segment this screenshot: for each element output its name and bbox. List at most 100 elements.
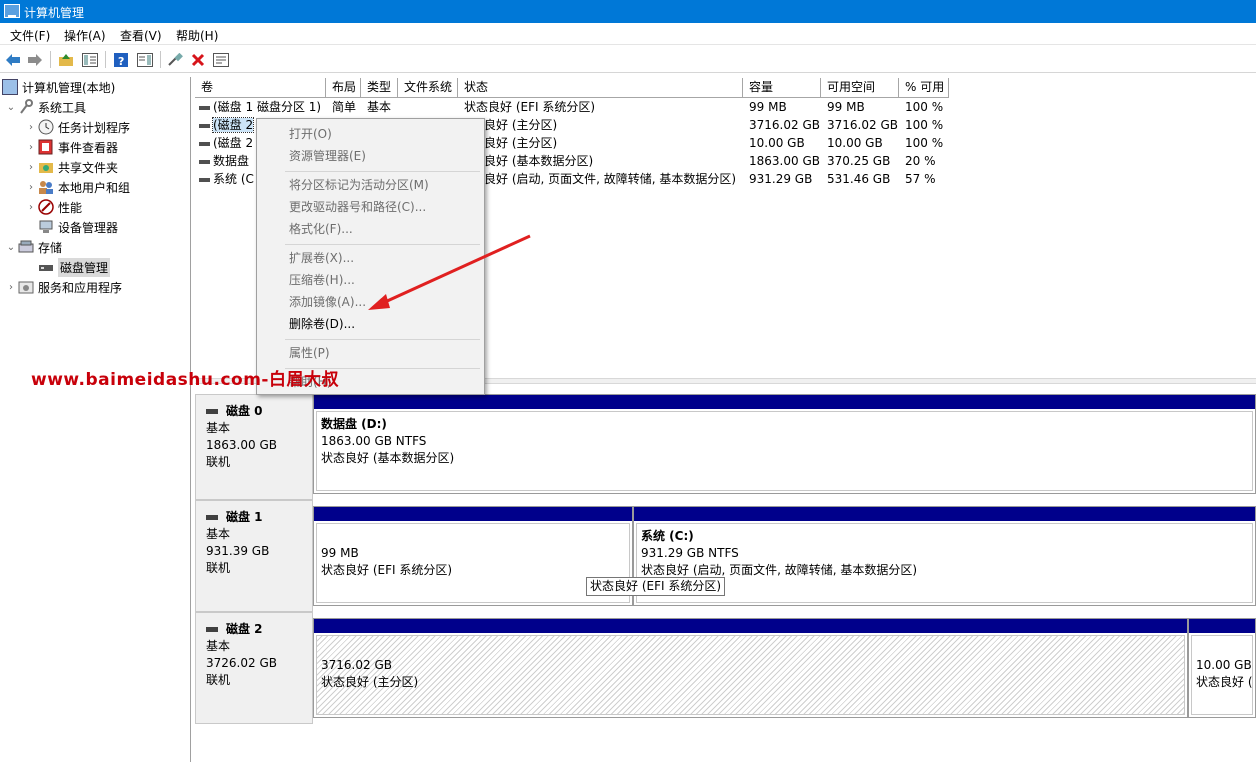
tree-item-device-manager[interactable]: 设备管理器: [38, 217, 118, 237]
menu-item-change-drive-letter[interactable]: 更改驱动器号和路径(C)...: [289, 197, 426, 217]
partition-disk2-secondary[interactable]: 10.00 GB 状态良好 (主: [1188, 618, 1256, 718]
tree-item-performance[interactable]: › 性能: [24, 197, 82, 217]
tree-item-system-tools[interactable]: ⌄ 系统工具: [4, 97, 86, 117]
chevron-right-icon[interactable]: ›: [24, 182, 38, 193]
tree-item-task-scheduler[interactable]: › 任务计划程序: [24, 117, 130, 137]
tree-item-services[interactable]: › 服务和应用程序: [4, 277, 122, 297]
shared-folder-icon: [38, 159, 54, 175]
chevron-down-icon[interactable]: ⌄: [4, 102, 18, 113]
users-icon: [38, 179, 54, 195]
toolbar-separator: [160, 51, 161, 68]
disk-size: 3726.02 GB: [206, 656, 277, 670]
forward-arrow-icon[interactable]: [26, 51, 44, 68]
column-header-free-space[interactable]: 可用空间: [821, 78, 899, 98]
services-icon: [18, 279, 34, 295]
menu-file[interactable]: 文件(F): [10, 27, 50, 44]
partition-c[interactable]: 系统 (C:) 931.29 GB NTFS 状态良好 (启动, 页面文件, 故…: [633, 506, 1256, 606]
menu-item-add-mirror[interactable]: 添加镜像(A)...: [289, 292, 366, 312]
column-header-percent-free[interactable]: % 可用: [899, 78, 949, 98]
partition-name: [1196, 640, 1248, 657]
help-icon[interactable]: ?: [112, 51, 130, 68]
cell-free-space: 3716.02 GB: [827, 118, 898, 132]
partition-name: 数据盘 (D:): [321, 417, 387, 431]
tree-item-computer-management[interactable]: 计算机管理(本地): [2, 77, 115, 97]
menu-view[interactable]: 查看(V): [120, 27, 162, 44]
disk-0-label[interactable]: 磁盘 0 基本 1863.00 GB 联机: [195, 394, 313, 500]
disk-2-label[interactable]: 磁盘 2 基本 3726.02 GB 联机: [195, 612, 313, 724]
chevron-right-icon[interactable]: ›: [24, 202, 38, 213]
toolbar-separator: [50, 51, 51, 68]
event-viewer-icon: [38, 139, 54, 155]
disk-type: 基本: [206, 639, 231, 653]
chevron-right-icon[interactable]: ›: [24, 122, 38, 133]
disk-state: 联机: [206, 455, 231, 469]
menu-item-explorer[interactable]: 资源管理器(E): [289, 146, 366, 166]
back-arrow-icon[interactable]: [4, 51, 22, 68]
partition-efi[interactable]: 99 MB 状态良好 (EFI 系统分区): [313, 506, 633, 606]
cell-percent-free: 100 %: [905, 100, 944, 114]
cell-percent-free: 20 %: [905, 154, 936, 168]
properties-icon[interactable]: [212, 51, 230, 68]
partition-bar: [314, 507, 632, 521]
show-action-pane-icon[interactable]: [136, 51, 154, 68]
computer-management-icon: [2, 79, 18, 95]
menu-item-mark-active[interactable]: 将分区标记为活动分区(M): [289, 175, 429, 195]
partition-status: 状态良好 (主分区): [321, 675, 419, 689]
up-folder-icon[interactable]: [57, 51, 75, 68]
partition-disk2-primary-selected[interactable]: 3716.02 GB 状态良好 (主分区): [313, 618, 1188, 718]
menu-item-shrink[interactable]: 压缩卷(H)...: [289, 270, 355, 290]
chevron-right-icon[interactable]: ›: [4, 282, 18, 293]
disk-state: 联机: [206, 561, 231, 575]
column-header-type[interactable]: 类型: [361, 78, 398, 98]
show-hide-tree-icon[interactable]: [81, 51, 99, 68]
menu-separator: [285, 171, 480, 172]
delete-icon[interactable]: [189, 51, 207, 68]
partition-size: 3716.02 GB: [321, 658, 392, 672]
tree-item-disk-management[interactable]: 磁盘管理: [38, 257, 111, 277]
menu-item-open[interactable]: 打开(O): [289, 124, 332, 144]
tree-item-event-viewer[interactable]: › 事件查看器: [24, 137, 118, 157]
table-row[interactable]: (磁盘 1 磁盘分区 1): [195, 98, 326, 116]
volume-icon: [199, 105, 210, 110]
disk-icon: [206, 515, 218, 520]
chevron-right-icon[interactable]: ›: [24, 142, 38, 153]
column-header-capacity[interactable]: 容量: [743, 78, 821, 98]
menu-help[interactable]: 帮助(H): [176, 27, 218, 44]
menu-item-extend[interactable]: 扩展卷(X)...: [289, 248, 354, 268]
column-header-filesystem[interactable]: 文件系统: [398, 78, 458, 98]
cell-free-space: 10.00 GB: [827, 136, 883, 150]
volume-icon: [199, 177, 210, 182]
column-header-layout[interactable]: 布局: [326, 78, 361, 98]
tree-item-local-users[interactable]: › 本地用户和组: [24, 177, 130, 197]
menu-separator: [285, 339, 480, 340]
partition-size: 10.00 GB: [1196, 658, 1252, 672]
disk-type: 基本: [206, 527, 231, 541]
title-bar: 计算机管理: [0, 0, 1256, 23]
disk-graph-view: 磁盘 0 基本 1863.00 GB 联机 数据盘 (D:) 1863.00 G…: [195, 384, 1256, 762]
disk-icon: [38, 259, 54, 275]
partition-status: 状态良好 (启动, 页面文件, 故障转储, 基本数据分区): [641, 563, 918, 577]
disk-1-label[interactable]: 磁盘 1 基本 931.39 GB 联机: [195, 500, 313, 612]
chevron-right-icon[interactable]: ›: [24, 162, 38, 173]
partition-d[interactable]: 数据盘 (D:) 1863.00 GB NTFS 状态良好 (基本数据分区): [313, 394, 1256, 494]
cell-status: 态良好 (启动, 页面文件, 故障转储, 基本数据分区): [472, 172, 737, 186]
tree-item-storage[interactable]: ⌄ 存储: [4, 237, 62, 257]
menu-item-properties[interactable]: 属性(P): [289, 343, 330, 363]
menu-item-delete-volume[interactable]: 删除卷(D)...: [289, 314, 355, 334]
chevron-down-icon[interactable]: ⌄: [4, 242, 18, 253]
menu-action[interactable]: 操作(A): [64, 27, 106, 44]
partition-bar: [1189, 619, 1255, 633]
disk-size: 931.39 GB: [206, 544, 270, 558]
annotation-arrow: [368, 234, 531, 310]
tree-item-shared-folders[interactable]: › 共享文件夹: [24, 157, 118, 177]
storage-icon: [18, 239, 34, 255]
column-header-volume[interactable]: 卷: [195, 78, 326, 98]
disk-state: 联机: [206, 673, 231, 687]
column-header-status[interactable]: 状态: [458, 78, 743, 98]
cell-free-space: 99 MB: [827, 100, 865, 114]
cell-free-space: 370.25 GB: [827, 154, 891, 168]
connect-icon[interactable]: [166, 51, 184, 68]
menu-item-format[interactable]: 格式化(F)...: [289, 219, 353, 239]
volume-icon: [199, 141, 210, 146]
partition-bar: [634, 507, 1255, 521]
